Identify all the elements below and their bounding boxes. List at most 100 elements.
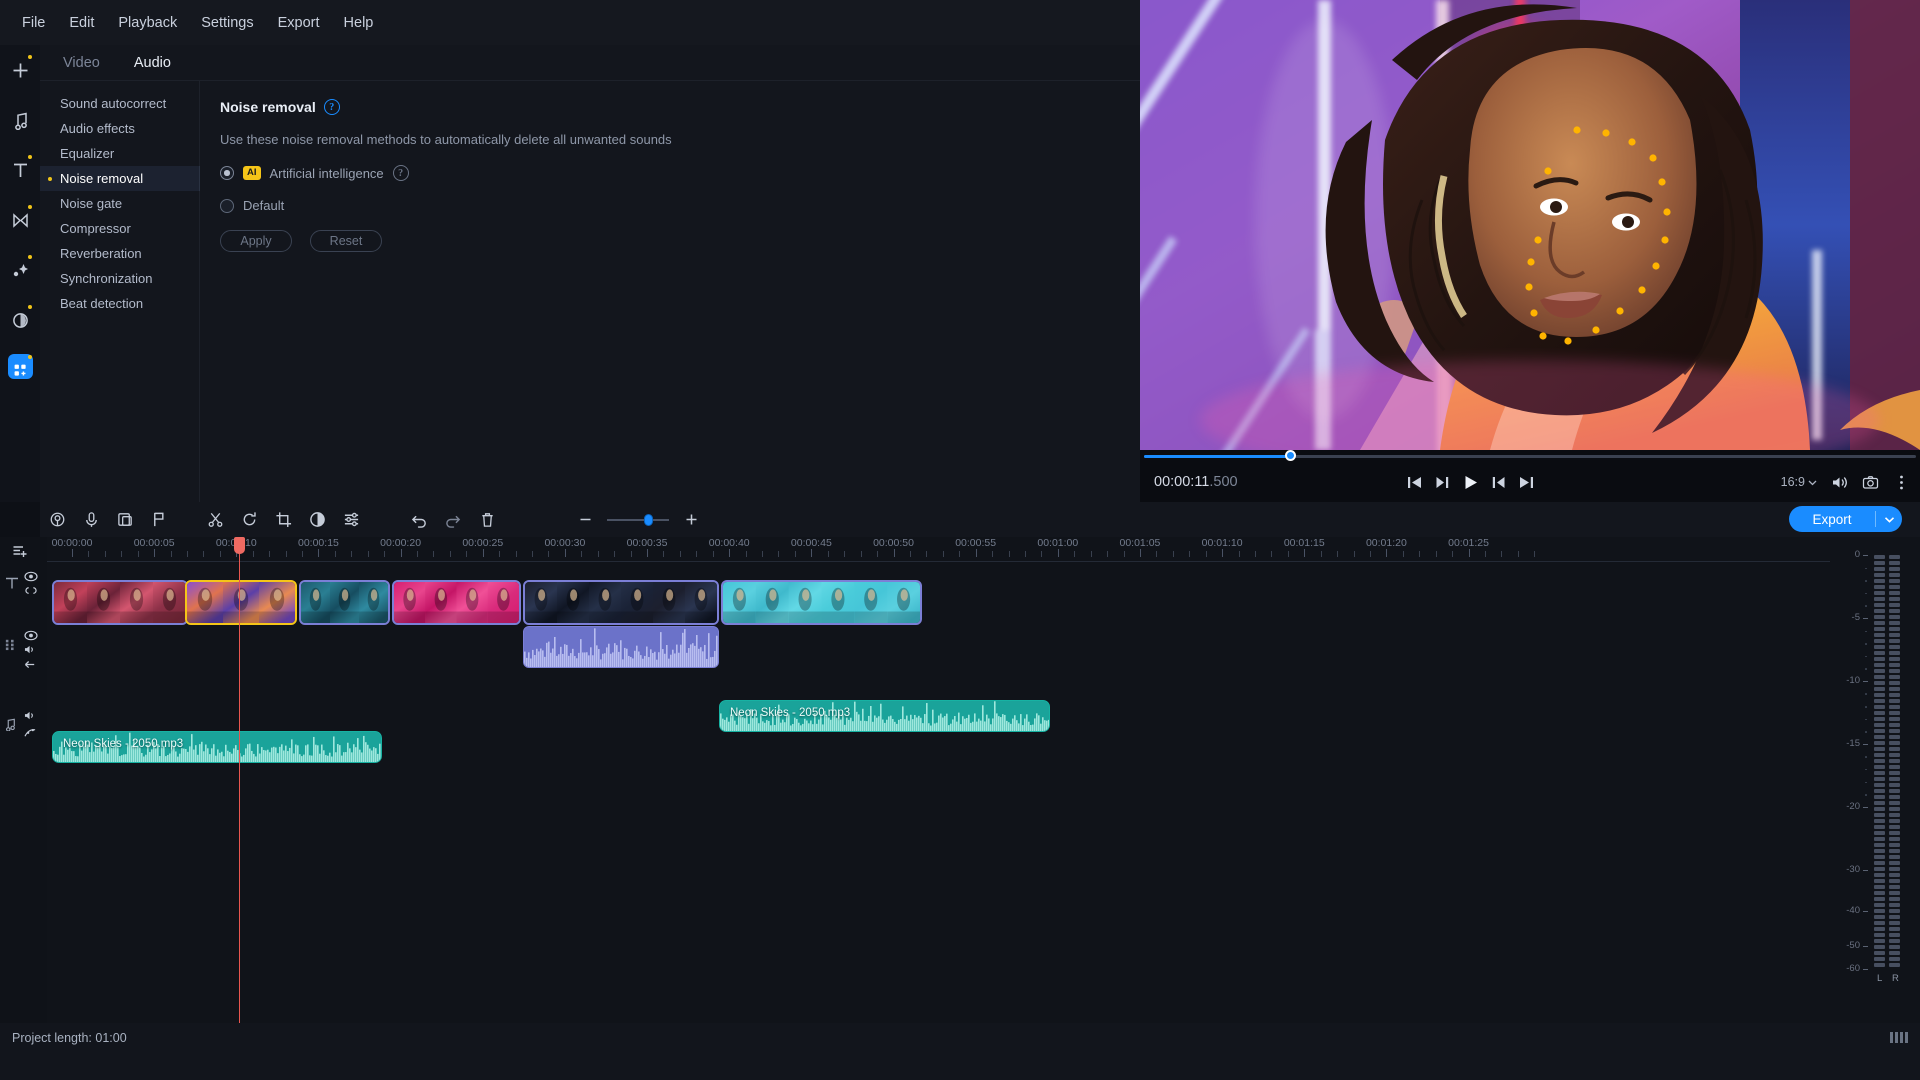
stabilization-button[interactable] bbox=[40, 503, 74, 537]
linked-audio-clip[interactable] bbox=[523, 626, 719, 668]
chevron-down-icon bbox=[1884, 516, 1894, 523]
ruler-tick bbox=[88, 551, 90, 557]
menu-item-help[interactable]: Help bbox=[332, 9, 386, 37]
audio-clip-1[interactable]: Neon Skies - 2050.mp3 bbox=[52, 731, 382, 763]
ruler-tick bbox=[597, 551, 599, 557]
title-track-detach-button[interactable] bbox=[24, 585, 38, 597]
rail-more-tools-button[interactable] bbox=[0, 345, 40, 395]
menu-item-export[interactable]: Export bbox=[266, 9, 332, 37]
rail-import-button[interactable] bbox=[0, 45, 40, 95]
ruler-tick-major bbox=[1386, 549, 1388, 557]
audio-tool-compressor[interactable]: Compressor bbox=[40, 216, 199, 241]
audio-clip-2[interactable]: Neon Skies - 2050.mp3 bbox=[719, 700, 1050, 732]
rail-filters-button[interactable] bbox=[0, 295, 40, 345]
rail-audio-button[interactable] bbox=[0, 95, 40, 145]
timeline-view-toggle[interactable] bbox=[1890, 1032, 1908, 1043]
radio-button[interactable] bbox=[220, 198, 234, 213]
rail-transitions-button[interactable] bbox=[0, 195, 40, 245]
jump-to-end-button[interactable] bbox=[1518, 474, 1535, 491]
video-track-mute-button[interactable] bbox=[24, 644, 37, 656]
video-clip-3[interactable] bbox=[299, 580, 390, 625]
redo-button[interactable] bbox=[436, 503, 470, 537]
rail-stickers-button[interactable] bbox=[0, 245, 40, 295]
meter-segment bbox=[1874, 939, 1885, 943]
next-frame-button[interactable] bbox=[1490, 474, 1507, 491]
jump-to-start-button[interactable] bbox=[1406, 474, 1423, 491]
video-clip-2[interactable] bbox=[185, 580, 297, 625]
ruler-tick bbox=[1271, 551, 1273, 557]
help-icon[interactable]: ? bbox=[323, 99, 340, 115]
audio-tool-equalizer[interactable]: Equalizer bbox=[40, 141, 199, 166]
audio-tool-sound-autocorrect[interactable]: Sound autocorrect bbox=[40, 91, 199, 116]
meter-minor-dot bbox=[1865, 567, 1867, 570]
crop-button[interactable] bbox=[266, 503, 300, 537]
timeline-ruler[interactable]: 00:00:0000:00:0500:00:1000:00:1500:00:20… bbox=[47, 537, 1830, 562]
split-button[interactable] bbox=[198, 503, 232, 537]
video-clip-1[interactable] bbox=[52, 580, 188, 625]
delete-button[interactable] bbox=[470, 503, 504, 537]
zoom-in-button[interactable] bbox=[674, 503, 708, 537]
audio-tool-noise-removal[interactable]: Noise removal bbox=[40, 166, 200, 191]
filters-icon bbox=[12, 312, 28, 328]
clip-thumbnail bbox=[54, 582, 186, 623]
zoom-slider-track[interactable] bbox=[607, 513, 669, 526]
menu-item-edit[interactable]: Edit bbox=[57, 9, 106, 37]
video-track-collapse-button[interactable] bbox=[24, 659, 37, 671]
preview-frame-image bbox=[1140, 0, 1920, 450]
zoom-slider-handle[interactable] bbox=[644, 513, 653, 526]
meter-segment bbox=[1874, 759, 1885, 763]
volume-icon[interactable] bbox=[1831, 474, 1848, 491]
menu-item-settings[interactable]: Settings bbox=[189, 9, 265, 37]
video-track-eye-button[interactable] bbox=[24, 629, 38, 642]
rail-titles-button[interactable] bbox=[0, 145, 40, 195]
timeline[interactable]: 00:00:0000:00:0500:00:1000:00:1500:00:20… bbox=[47, 537, 1830, 1023]
audio-tool-synchronization[interactable]: Synchronization bbox=[40, 266, 199, 291]
ruler-tick bbox=[1435, 551, 1437, 557]
record-audio-button[interactable] bbox=[74, 503, 108, 537]
preview-seekbar[interactable] bbox=[1140, 450, 1920, 462]
tab-audio[interactable]: Audio bbox=[126, 51, 179, 75]
video-clip-4[interactable] bbox=[392, 580, 521, 625]
pan-zoom-button[interactable] bbox=[108, 503, 142, 537]
preview-video[interactable] bbox=[1140, 0, 1920, 450]
seek-handle[interactable] bbox=[1285, 450, 1296, 461]
video-clip-6[interactable] bbox=[721, 580, 922, 625]
snapshot-icon[interactable] bbox=[1862, 474, 1879, 491]
color-adjust-button[interactable] bbox=[300, 503, 334, 537]
tab-video[interactable]: Video bbox=[55, 51, 108, 75]
undo-button[interactable] bbox=[402, 503, 436, 537]
timeline-zoom-control[interactable] bbox=[568, 503, 708, 537]
option-default[interactable]: Default bbox=[220, 198, 1120, 213]
add-track-button[interactable] bbox=[12, 544, 28, 560]
audio-track-mute-button[interactable] bbox=[24, 710, 37, 722]
zoom-out-button[interactable] bbox=[568, 503, 602, 537]
rotate-button[interactable] bbox=[232, 503, 266, 537]
audio-tool-beat-detection[interactable]: Beat detection bbox=[40, 291, 199, 316]
radio-button[interactable] bbox=[220, 166, 234, 180]
help-icon[interactable]: ? bbox=[392, 165, 409, 181]
export-button-label: Export bbox=[1812, 511, 1852, 527]
playhead[interactable] bbox=[234, 537, 245, 1023]
export-dropdown-button[interactable] bbox=[1876, 514, 1902, 525]
playhead-handle[interactable] bbox=[234, 537, 245, 554]
chroma-key-button[interactable] bbox=[142, 503, 176, 537]
audio-tool-reverberation[interactable]: Reverberation bbox=[40, 241, 199, 266]
meter-segment bbox=[1889, 555, 1900, 559]
aspect-ratio-selector[interactable]: 16:9 bbox=[1781, 475, 1817, 489]
more-options-icon[interactable] bbox=[1893, 474, 1910, 491]
audio-tool-audio-effects[interactable]: Audio effects bbox=[40, 116, 199, 141]
export-button[interactable]: Export bbox=[1789, 506, 1902, 532]
audio-tool-noise-gate[interactable]: Noise gate bbox=[40, 191, 199, 216]
apply-button[interactable]: Apply bbox=[220, 230, 292, 252]
previous-frame-button[interactable] bbox=[1434, 474, 1451, 491]
reset-button[interactable]: Reset bbox=[310, 230, 382, 252]
title-track-eye-button[interactable] bbox=[24, 570, 38, 583]
properties-button[interactable] bbox=[334, 503, 368, 537]
menu-item-file[interactable]: File bbox=[10, 9, 57, 37]
play-button[interactable] bbox=[1462, 474, 1479, 491]
video-clip-5[interactable] bbox=[523, 580, 719, 625]
option-artificial-intelligence[interactable]: AI Artificial intelligence? bbox=[220, 165, 1120, 181]
audio-track-curve-button[interactable] bbox=[24, 727, 37, 739]
ruler-tick bbox=[1123, 551, 1125, 557]
menu-item-playback[interactable]: Playback bbox=[106, 9, 189, 37]
